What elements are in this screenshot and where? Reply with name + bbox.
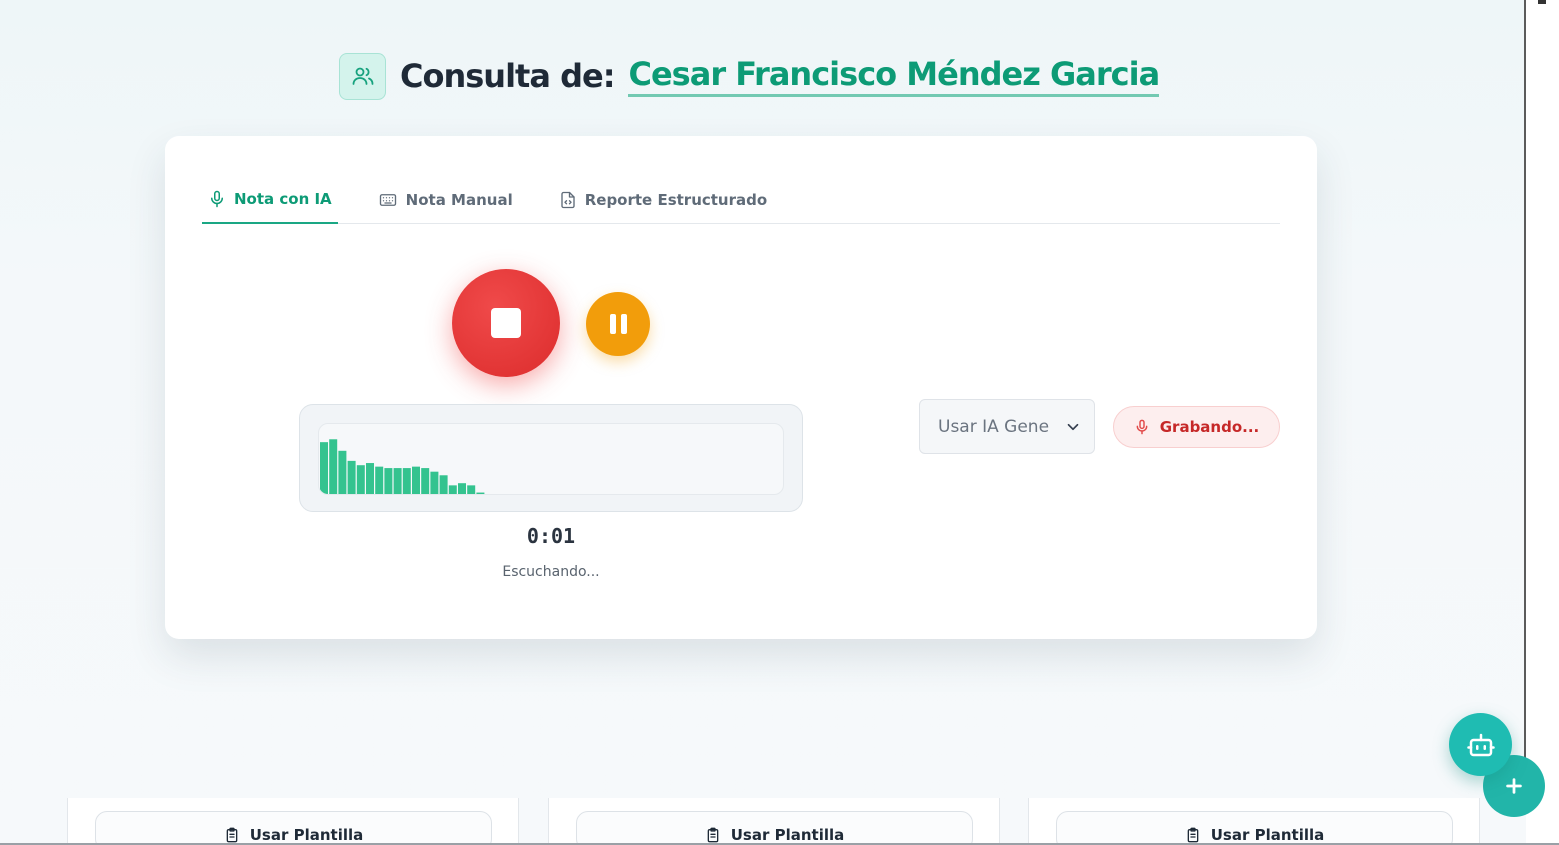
keyboard-icon [379, 194, 396, 206]
waveform-bar [384, 468, 393, 494]
waveform-bar [448, 485, 457, 494]
microphone-icon [211, 190, 223, 208]
clipboard-icon [1187, 827, 1199, 843]
use-template-button[interactable]: Usar Plantilla [1056, 811, 1453, 845]
ai-model-select[interactable]: Usar IA Gene [919, 399, 1095, 454]
stop-icon [491, 308, 521, 338]
plus-icon [1506, 778, 1522, 794]
side-strip-mark [1538, 0, 1546, 4]
waveform-bar [467, 485, 476, 494]
waveform-bars [320, 439, 485, 494]
template-card: Usar Plantilla [548, 798, 1000, 845]
page: Consulta de: Cesar Francisco Méndez Garc… [0, 0, 1526, 845]
template-card: Usar Plantilla [67, 798, 519, 845]
waveform-bar [430, 471, 439, 494]
waveform-bar [439, 475, 448, 494]
note-card: Nota con IA Nota Manual Reporte Estructu… [165, 136, 1317, 639]
use-template-button[interactable]: Usar Plantilla [95, 811, 492, 845]
recording-label: Grabando... [1159, 418, 1260, 436]
page-title: Consulta de: [400, 57, 615, 95]
bot-icon [1466, 733, 1495, 756]
clipboard-icon [707, 827, 719, 843]
microphone-icon [1136, 419, 1148, 435]
waveform-bar [421, 468, 430, 494]
ai-assistant-button[interactable] [1449, 713, 1512, 776]
waveform-bar [476, 492, 485, 494]
pause-icon [609, 314, 616, 334]
tab-label: Nota Manual [405, 191, 513, 209]
pause-recording-button[interactable] [586, 292, 650, 356]
chevron-down-icon [1067, 423, 1079, 431]
waveform-bar [338, 450, 347, 494]
file-code-icon [561, 191, 575, 209]
recording-status: Escuchando... [502, 564, 600, 580]
patient-name-link[interactable]: Cesar Francisco Méndez Garcia [628, 55, 1160, 97]
page-header: Consulta de: Cesar Francisco Méndez Garc… [339, 52, 1160, 100]
waveform-bar [347, 460, 356, 494]
tab-label: Nota con IA [234, 190, 332, 208]
waveform-bar [412, 466, 420, 494]
recording-status-button[interactable]: Grabando... [1113, 406, 1280, 448]
tab-reporte-estructurado[interactable]: Reporte Estructurado [553, 176, 773, 224]
use-template-button[interactable]: Usar Plantilla [576, 811, 973, 845]
side-strip [1526, 0, 1559, 845]
waveform-bar [329, 439, 338, 494]
waveform-bar [393, 468, 402, 494]
stop-recording-button[interactable] [452, 269, 560, 377]
clipboard-icon [226, 827, 238, 843]
waveform-bar [375, 466, 384, 494]
waveform-bar [320, 442, 328, 494]
tab-nota-manual[interactable]: Nota Manual [372, 176, 519, 224]
waveform-bar [402, 468, 411, 494]
ai-model-select-value: Usar IA Gene [938, 416, 1050, 437]
waveform-bar [458, 483, 466, 494]
waveform-panel [299, 404, 803, 512]
note-tabs: Nota con IA Nota Manual Reporte Estructu… [202, 176, 1280, 224]
template-card: Usar Plantilla [1028, 798, 1480, 845]
waveform-bar [366, 463, 374, 494]
tab-label: Reporte Estructurado [584, 191, 768, 209]
tab-nota-con-ia[interactable]: Nota con IA [202, 176, 338, 224]
users-icon [339, 52, 386, 100]
waveform-display [318, 423, 784, 495]
recording-timer: 0:01 [526, 524, 576, 548]
waveform-bar [356, 465, 365, 494]
